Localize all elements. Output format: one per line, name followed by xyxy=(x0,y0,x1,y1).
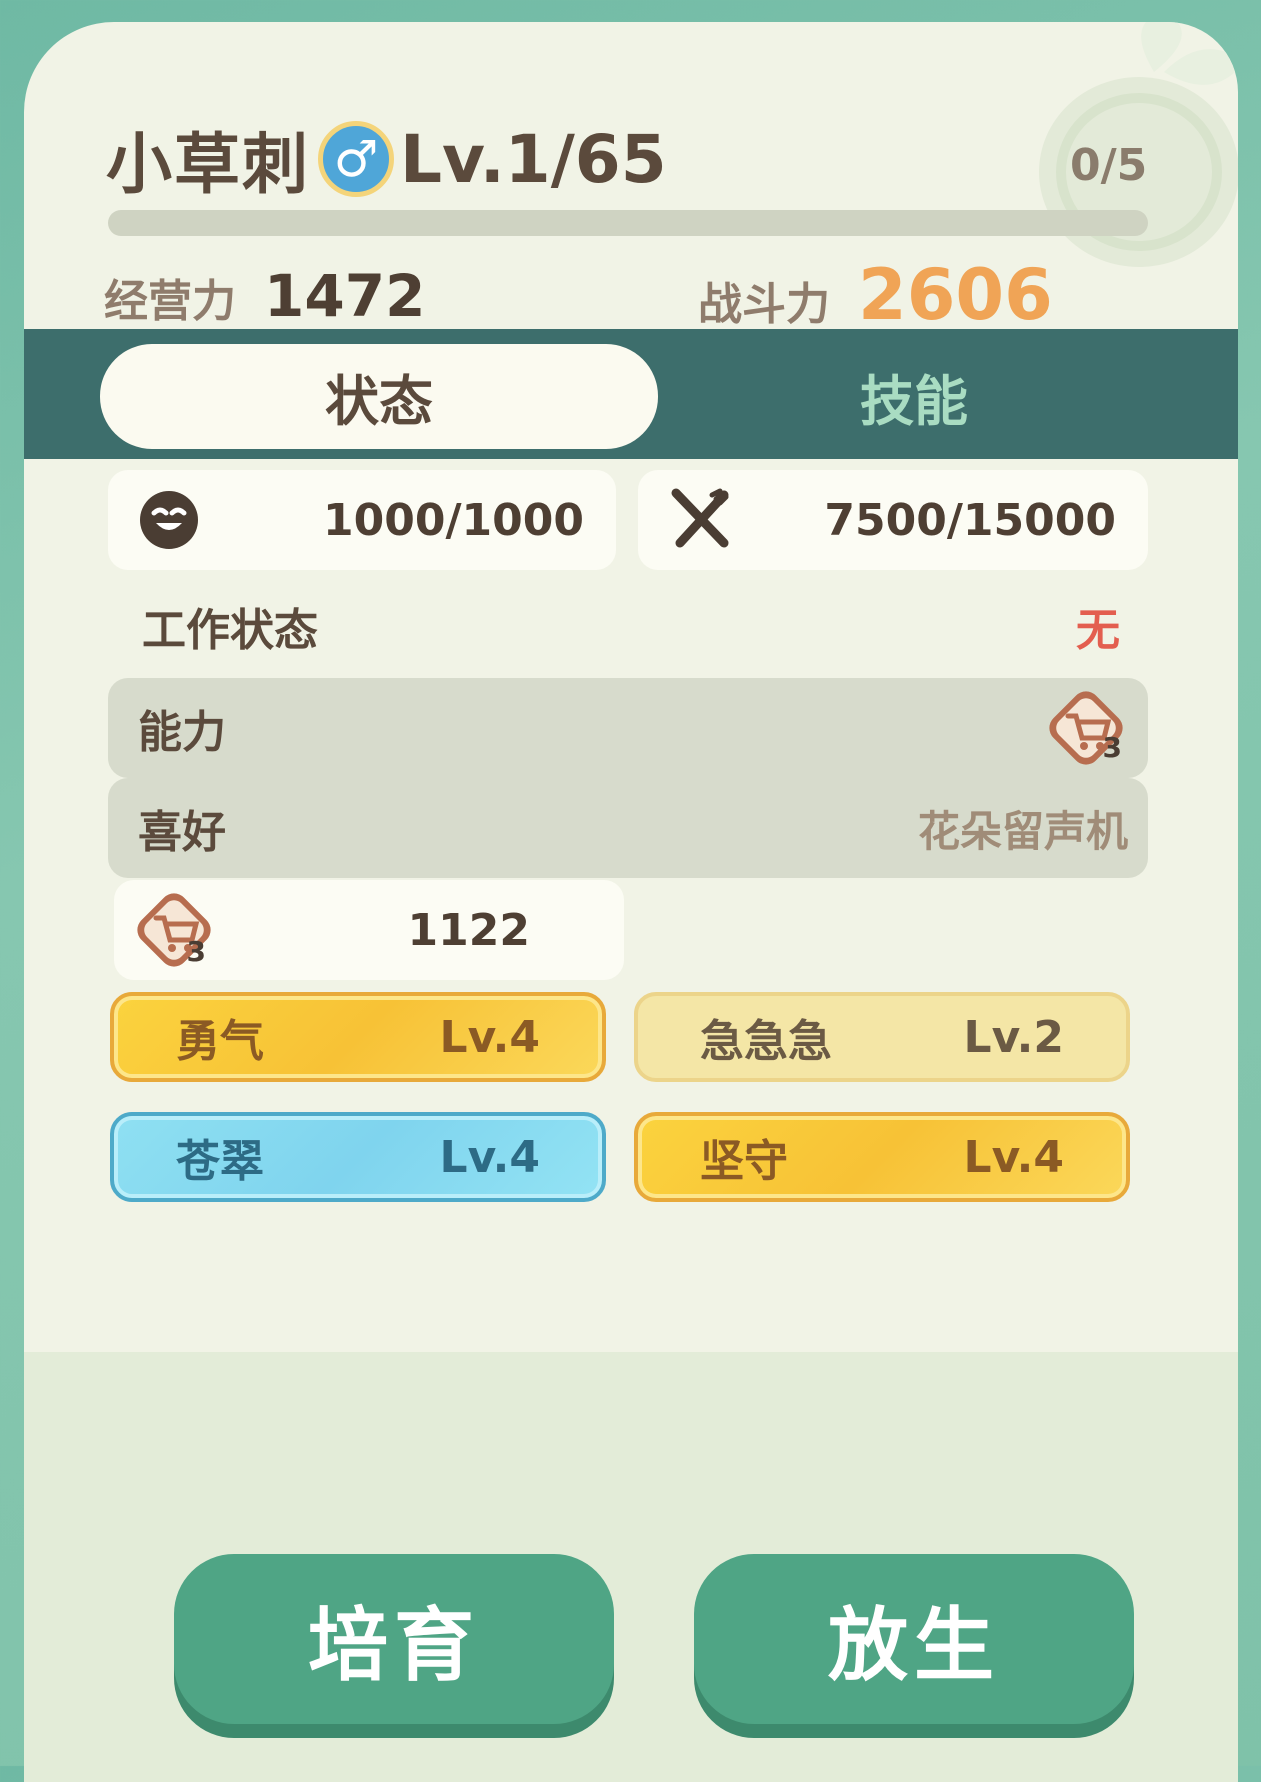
preference-label: 喜好 xyxy=(138,807,226,858)
preference-row: 喜好 花朵留声机 xyxy=(108,778,1148,878)
pet-level: Lv.1/65 xyxy=(400,120,667,198)
trait-level: Lv.2 xyxy=(963,1011,1064,1063)
food-meter: 7500/15000 xyxy=(638,470,1148,570)
tab-status[interactable]: 状态 xyxy=(100,344,658,449)
mood-meter: 1000/1000 xyxy=(108,470,616,570)
trait-card[interactable]: 急急急 Lv.2 xyxy=(634,992,1130,1082)
trait-card[interactable]: 勇气 Lv.4 xyxy=(110,992,606,1082)
ability-icon-badge: 3 xyxy=(1102,731,1122,764)
xp-progress-bar xyxy=(108,210,1148,236)
pet-name: 小草刺 xyxy=(106,126,310,203)
trait-name: 勇气 xyxy=(176,1016,264,1067)
male-icon: ♂ xyxy=(318,121,394,197)
business-stat: 经营力 1472 xyxy=(104,262,425,330)
work-status-label: 工作状态 xyxy=(142,605,318,656)
food-value: 7500/15000 xyxy=(824,494,1116,546)
ability-value-icon-badge: 3 xyxy=(186,935,206,968)
nurture-button[interactable]: 培育 xyxy=(174,1554,614,1724)
ability-label: 能力 xyxy=(138,707,226,758)
trait-name: 急急急 xyxy=(700,1016,832,1067)
trait-level: Lv.4 xyxy=(963,1131,1064,1183)
ability-value-pill: 3 1122 xyxy=(114,880,624,980)
business-value: 1472 xyxy=(264,262,426,330)
trait-level: Lv.4 xyxy=(439,1011,540,1063)
trait-name: 坚守 xyxy=(700,1136,788,1187)
release-button[interactable]: 放生 xyxy=(694,1554,1134,1724)
cart-icon: 3 xyxy=(1044,686,1128,770)
tab-skills[interactable]: 技能 xyxy=(784,344,1044,449)
trait-card[interactable]: 坚守 Lv.4 xyxy=(634,1112,1130,1202)
trait-card[interactable]: 苍翠 Lv.4 xyxy=(110,1112,606,1202)
combat-stat: 战斗力 2606 xyxy=(698,254,1053,336)
work-status-value: 无 xyxy=(1076,605,1120,656)
trait-level: Lv.4 xyxy=(439,1131,540,1183)
fork-knife-icon xyxy=(671,488,729,548)
pet-detail-panel: 0/5 小草刺 ♂ Lv.1/65 经营力 1472 战斗力 2606 状态 技… xyxy=(24,22,1238,1782)
smile-face-icon xyxy=(140,491,198,549)
ability-row[interactable]: 能力 3 xyxy=(108,678,1148,778)
ability-value: 1122 xyxy=(407,904,530,956)
work-status-row: 工作状态 无 xyxy=(108,576,1148,676)
trait-name: 苍翠 xyxy=(176,1136,264,1187)
mood-value: 1000/1000 xyxy=(323,494,584,546)
business-label: 经营力 xyxy=(104,276,236,327)
cart-icon: 3 xyxy=(132,888,216,972)
pet-title: 小草刺 ♂ Lv.1/65 xyxy=(106,104,667,214)
tab-bar: 状态 技能 xyxy=(24,329,1238,459)
preference-value: 花朵留声机 xyxy=(917,806,1128,856)
bond-counter: 0/5 xyxy=(1070,140,1148,191)
combat-label: 战斗力 xyxy=(698,279,830,330)
combat-value: 2606 xyxy=(858,254,1053,336)
